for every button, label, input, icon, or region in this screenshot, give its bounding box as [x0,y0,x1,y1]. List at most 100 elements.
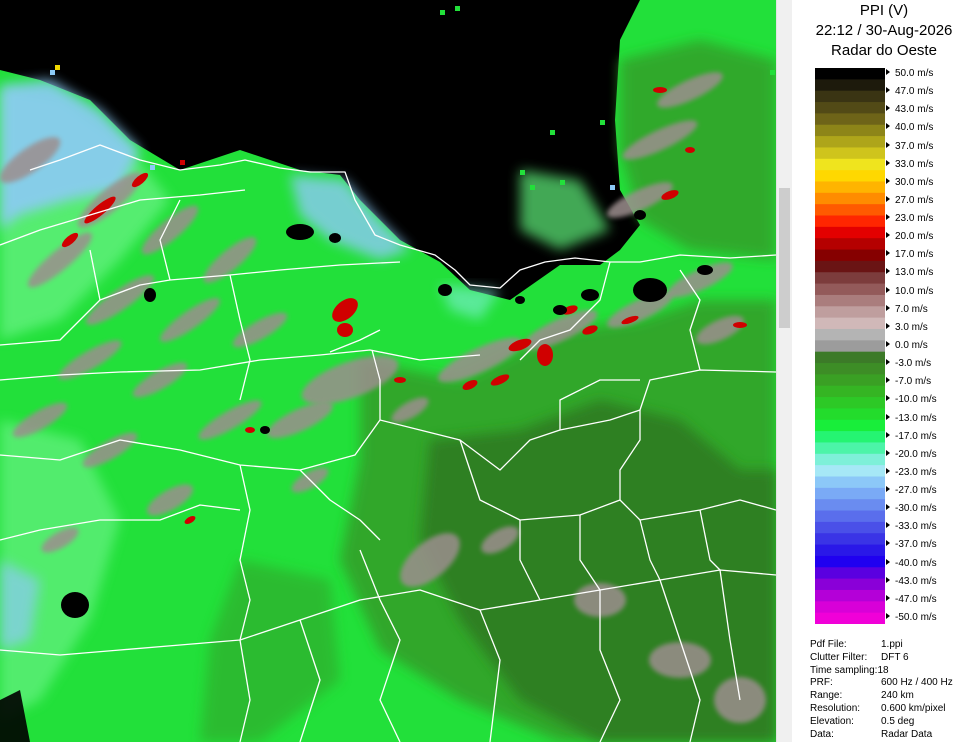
color-scale-band [815,226,885,239]
echo-core-red [245,427,255,433]
radar-map-canvas[interactable] [0,0,776,742]
color-scale-band [815,113,885,126]
info-row-time-sampling: Time sampling:18 [810,665,953,678]
scale-label: 13.0 m/s [886,267,933,278]
scale-label: 20.0 m/s [886,231,933,242]
echo-pixel [530,185,535,190]
tick-arrow-icon [886,322,890,329]
scale-label-text: -40.0 m/s [895,557,937,569]
color-scale-band [815,544,885,557]
info-row-range: Range: 240 km [810,690,953,703]
scale-label: -3.0 m/s [886,358,931,369]
info-row-resolution: Resolution: 0.600 km/pixel [810,703,953,716]
tick-arrow-icon [886,395,890,402]
info-key: Time sampling: [810,664,878,676]
color-scale-band [815,317,885,330]
scale-label: -50.0 m/s [886,612,937,623]
color-scale-band [815,374,885,387]
color-scale-band [815,465,885,478]
info-row-data: Data: Radar Data [810,729,953,742]
color-scale-band [815,260,885,273]
info-value: Radar Data [881,728,933,740]
color-scale-band [815,442,885,455]
scrollbar-thumb[interactable] [779,188,790,328]
scale-label-text: 27.0 m/s [895,194,934,206]
scale-label-text: 30.0 m/s [895,176,934,188]
scale-label: 0.0 m/s [886,340,928,351]
color-scale-band [815,181,885,194]
radar-station-name: Radar do Oeste [831,42,937,59]
color-scale-band [815,68,885,80]
tick-arrow-icon [886,413,890,420]
no-data-hole [329,233,341,243]
no-data-hole [61,592,89,618]
no-data-hole [286,224,314,240]
color-scale-band [815,601,885,614]
tick-arrow-icon [886,159,890,166]
tick-arrow-icon [886,359,890,366]
scale-label: 40.0 m/s [886,122,933,133]
color-scale-band [815,283,885,296]
tick-arrow-icon [886,558,890,565]
color-scale-band [815,294,885,307]
color-scale-band [815,351,885,364]
radar-map-view[interactable] [0,0,776,742]
info-key: Range: [810,690,843,702]
no-data-hole [438,284,452,296]
echo-core-red [537,344,553,366]
scale-label-text: 47.0 m/s [895,86,934,98]
color-scale-band [815,431,885,444]
color-scale-band [815,397,885,410]
color-scale-band [815,476,885,489]
scale-label-text: 3.0 m/s [895,321,928,333]
color-scale-band [815,147,885,160]
scale-label: -23.0 m/s [886,467,937,478]
color-scale-band [815,567,885,580]
color-scale-band [815,90,885,103]
info-value: 0.600 km/pixel [881,702,946,714]
no-data-hole [260,426,270,434]
scale-label: -10.0 m/s [886,394,937,405]
legend-panel: PPI (V) 22:12 / 30-Aug-2026 Radar do Oes… [796,0,972,742]
scale-label: -40.0 m/s [886,558,937,569]
scale-label-text: 33.0 m/s [895,158,934,170]
tick-arrow-icon [886,286,890,293]
tick-arrow-icon [886,341,890,347]
color-scale-band [815,521,885,534]
color-scale-band [815,453,885,466]
info-value: 240 km [881,690,914,702]
scale-label: 47.0 m/s [886,86,933,97]
scale-label-text: -3.0 m/s [895,358,932,370]
scale-label: 43.0 m/s [886,104,933,115]
scale-label: -27.0 m/s [886,485,937,496]
color-scale-band [815,328,885,341]
scale-label-text: -30.0 m/s [895,503,937,515]
tick-arrow-icon [886,486,890,493]
info-key: Resolution: [810,702,861,714]
velocity-color-scale [815,68,885,624]
tick-arrow-icon [886,268,890,275]
echo-pixel [440,10,445,15]
color-scale-band [815,499,885,512]
scale-label-text: -47.0 m/s [895,593,937,605]
scan-datetime: 22:12 / 30-Aug-2026 [815,22,953,39]
scale-label-text: -33.0 m/s [895,521,937,533]
scale-label: 50.0 m/s [886,68,933,79]
color-scale-band [815,170,885,183]
color-scale-band [815,215,885,228]
echo-pixel [455,6,460,11]
color-scale-band [815,533,885,546]
scale-label-text: 10.0 m/s [895,285,934,297]
scale-label-text: -23.0 m/s [895,466,937,478]
tick-arrow-icon [886,377,890,384]
echo-zone-gray [649,642,711,678]
tick-arrow-icon [886,232,890,239]
color-scale-band [815,510,885,523]
color-scale-band [815,204,885,217]
scale-label: 37.0 m/s [886,141,933,152]
vertical-scrollbar[interactable] [776,0,792,742]
echo-core-red [685,147,695,153]
info-value: 600 Hz / 400 Hz [881,677,953,689]
color-scale-band [815,79,885,92]
scale-label: -43.0 m/s [886,576,937,587]
